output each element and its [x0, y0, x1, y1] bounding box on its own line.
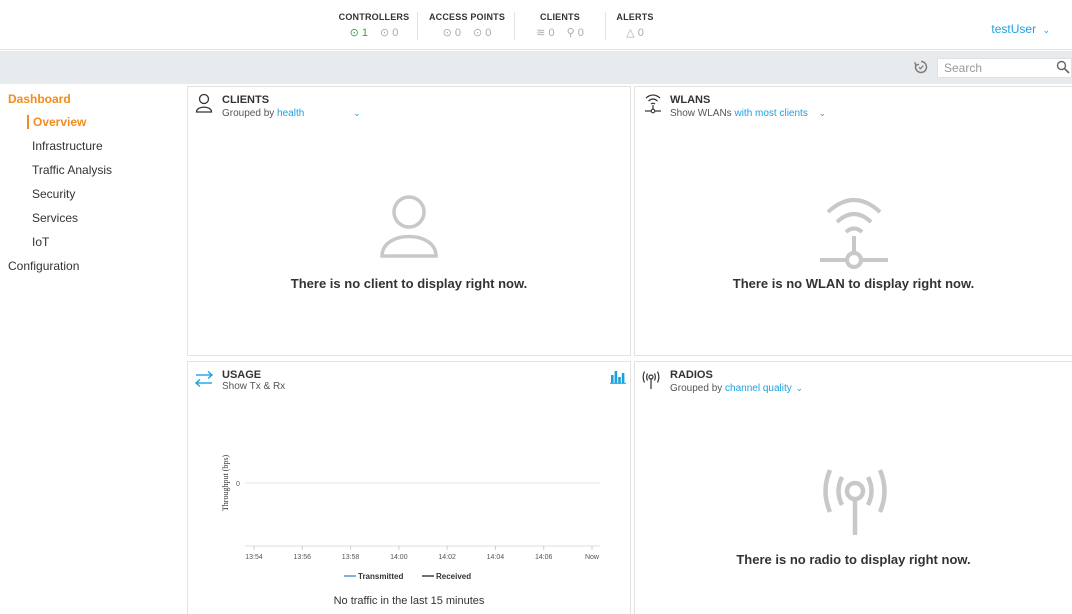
- clock-circle-icon: ⊙: [473, 27, 483, 39]
- access-points-title: ACCESS POINTS: [428, 12, 506, 22]
- user-icon: [378, 194, 440, 263]
- wifi-icon: ≋: [536, 27, 546, 39]
- x-tick-label: 13:54: [245, 554, 263, 561]
- sidebar: Dashboard Overview Infrastructure Traffi…: [0, 84, 185, 614]
- sidebar-item-configuration[interactable]: Configuration: [8, 259, 79, 273]
- sidebar-item-iot[interactable]: IoT: [32, 235, 49, 249]
- sidebar-item-services[interactable]: Services: [32, 211, 78, 225]
- user-icon: [195, 93, 213, 118]
- user-name: testUser: [991, 22, 1037, 36]
- x-tick-label: 14:00: [390, 554, 408, 561]
- clients-panel: CLIENTS Grouped by health ⌄ There is no …: [187, 86, 631, 356]
- x-tick-label: Now: [585, 554, 600, 561]
- wlans-filter-dropdown[interactable]: with most clients: [734, 108, 807, 119]
- wlan-icon: [816, 190, 892, 275]
- sidebar-item-traffic-analysis[interactable]: Traffic Analysis: [32, 163, 112, 177]
- access-points-status[interactable]: ACCESS POINTS ⊙ 0 ⊙ 0: [424, 12, 510, 39]
- legend-received[interactable]: Received: [436, 572, 471, 581]
- panel-title: WLANS: [670, 94, 711, 106]
- wired-clients: ⚲ 0: [566, 27, 584, 39]
- controllers-title: CONTROLLERS: [338, 12, 410, 22]
- usage-panel: USAGE Show Tx & Rx Throughput (bps) 0 13…: [187, 361, 631, 614]
- clients-title: CLIENTS: [540, 12, 580, 22]
- radio-antenna-icon: [817, 467, 893, 542]
- group-by-dropdown[interactable]: channel quality: [725, 383, 792, 394]
- sidebar-item-security[interactable]: Security: [32, 187, 75, 201]
- radios-group-by[interactable]: Grouped by channel quality ⌄: [670, 383, 803, 394]
- y-axis-label: Throughput (bps): [221, 455, 230, 512]
- radios-panel: RADIOS Grouped by channel quality ⌄ Ther…: [634, 361, 1072, 614]
- toolbar: [0, 51, 1072, 84]
- check-circle-icon: ⊙: [349, 27, 359, 39]
- search-icon[interactable]: [1056, 60, 1070, 74]
- wlans-show[interactable]: Show WLANs with most clients ⌄: [670, 108, 826, 119]
- x-tick-label: 13:56: [294, 554, 312, 561]
- wlans-empty-message: There is no WLAN to display right now.: [732, 276, 975, 291]
- chevron-down-icon[interactable]: ⌄: [353, 108, 361, 119]
- radios-empty-message: There is no radio to display right now.: [736, 552, 971, 567]
- user-menu[interactable]: testUser ⌄: [991, 22, 1050, 36]
- x-tick-labels: 13:54 13:56 13:58 14:00 14:02 14:04 14:06 Now: [245, 546, 600, 561]
- wlan-icon: [643, 92, 663, 119]
- wireless-clients: ≋ 0: [536, 27, 555, 39]
- check-circle-icon: ⊙: [442, 27, 452, 39]
- chevron-down-icon[interactable]: ⌄: [796, 383, 804, 394]
- access-points-up: ⊙ 0: [442, 27, 461, 39]
- clients-empty-message: There is no client to display right now.: [290, 276, 528, 291]
- sidebar-item-overview[interactable]: Overview: [27, 115, 86, 129]
- controllers-status[interactable]: CONTROLLERS ⊙ 1 ⊙ 0: [334, 12, 414, 39]
- panel-title: RADIOS: [670, 369, 713, 381]
- alerts-count: △ 0: [626, 27, 644, 39]
- refresh-icon[interactable]: [913, 59, 929, 75]
- wlans-panel: WLANS Show WLANs with most clients ⌄ The…: [634, 86, 1072, 356]
- search-input[interactable]: [937, 58, 1072, 78]
- alerts-title: ALERTS: [616, 12, 654, 22]
- usage-chart: Throughput (bps) 0 13:54 13:56 13:58 14:00 1…: [221, 455, 600, 581]
- divider: [417, 12, 418, 40]
- radio-antenna-icon: [641, 370, 661, 395]
- group-by-dropdown[interactable]: health: [277, 108, 304, 119]
- alerts-status[interactable]: ALERTS △ 0: [612, 12, 658, 39]
- divider: [605, 12, 606, 40]
- x-tick-label: 14:06: [535, 554, 553, 561]
- y-tick-label: 0: [236, 481, 240, 488]
- status-bar: CONTROLLERS ⊙ 1 ⊙ 0 ACCESS POINTS ⊙ 0 ⊙ 0 …: [0, 0, 1072, 50]
- sidebar-item-dashboard[interactable]: Dashboard: [8, 92, 71, 106]
- clients-group-by[interactable]: Grouped by health ⌄: [222, 108, 361, 119]
- warning-icon: △: [626, 27, 635, 39]
- controllers-up: ⊙ 1: [349, 27, 368, 39]
- clients-status[interactable]: CLIENTS ≋ 0 ⚲ 0: [520, 12, 600, 39]
- controllers-down: ⊙ 0: [380, 27, 399, 39]
- chevron-down-icon: ⌄: [1042, 25, 1050, 35]
- access-points-down: ⊙ 0: [473, 27, 492, 39]
- sidebar-item-infrastructure[interactable]: Infrastructure: [32, 139, 103, 153]
- usage-empty-message: No traffic in the last 15 minutes: [333, 595, 485, 607]
- legend-transmitted[interactable]: Transmitted: [358, 572, 403, 581]
- chevron-down-icon[interactable]: ⌄: [819, 108, 827, 119]
- x-tick-label: 13:58: [342, 554, 360, 561]
- wired-icon: ⚲: [566, 27, 575, 39]
- clock-circle-icon: ⊙: [380, 27, 390, 39]
- divider: [514, 12, 515, 40]
- panel-title: CLIENTS: [222, 94, 270, 106]
- x-tick-label: 14:02: [438, 554, 456, 561]
- x-tick-label: 14:04: [487, 554, 505, 561]
